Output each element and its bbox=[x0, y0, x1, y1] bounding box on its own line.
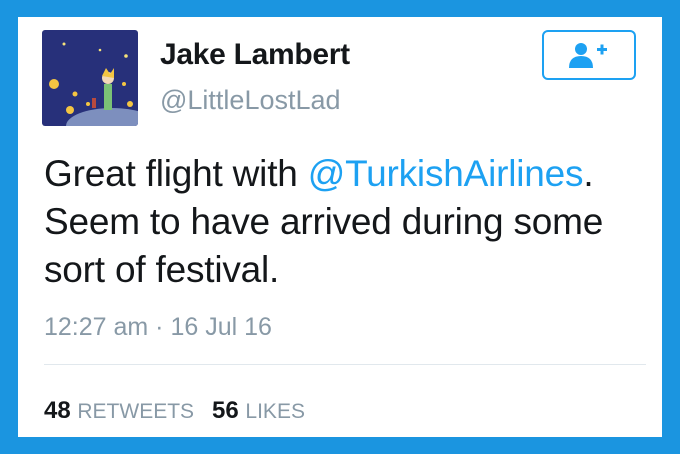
tweet-timestamp[interactable]: 12:27 am · 16 Jul 16 bbox=[44, 313, 272, 342]
author-handle[interactable]: @LittleLostLad bbox=[160, 85, 341, 116]
likes-label: LIKES bbox=[245, 400, 305, 423]
mention-link[interactable]: @TurkishAirlines bbox=[308, 153, 584, 194]
divider bbox=[44, 364, 646, 365]
avatar[interactable] bbox=[42, 30, 138, 126]
follow-button[interactable] bbox=[542, 30, 636, 80]
tweet-stats: 48 RETWEETS 56 LIKES bbox=[44, 397, 305, 425]
add-user-icon bbox=[569, 43, 607, 68]
likes-stat[interactable]: 56 LIKES bbox=[212, 397, 305, 424]
likes-count: 56 bbox=[212, 397, 239, 424]
retweets-stat[interactable]: 48 RETWEETS bbox=[44, 397, 194, 424]
tweet-card: Jake Lambert @LittleLostLad Great flight… bbox=[18, 17, 662, 437]
little-prince-avatar-image bbox=[42, 30, 138, 126]
retweets-count: 48 bbox=[44, 397, 71, 424]
author-name[interactable]: Jake Lambert bbox=[160, 38, 350, 72]
tweet-text-part1: Great flight with bbox=[44, 153, 308, 194]
tweet-text: Great flight with @TurkishAirlines. Seem… bbox=[44, 150, 644, 294]
retweets-label: RETWEETS bbox=[77, 400, 195, 423]
